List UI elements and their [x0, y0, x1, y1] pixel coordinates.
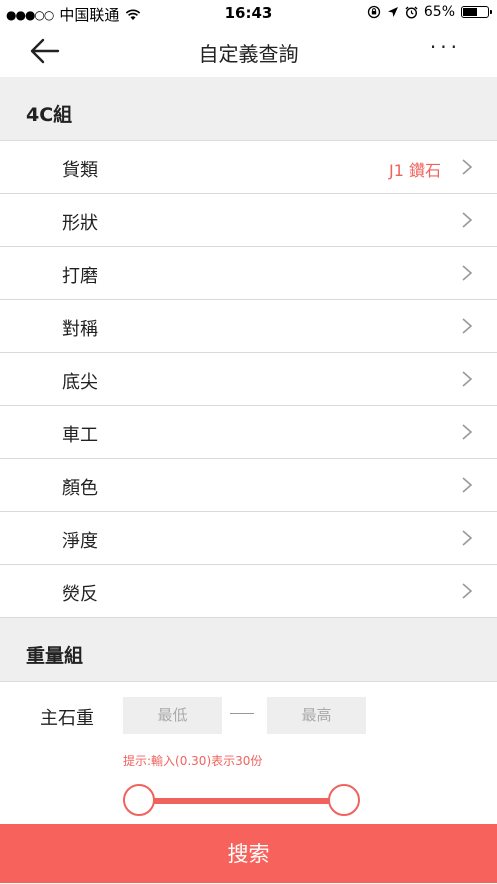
- battery-icon: [461, 6, 492, 18]
- search-button[interactable]: 搜索: [0, 824, 497, 883]
- filter-row-label: 底尖: [62, 372, 98, 393]
- weight-hint-text: 提示:輸入(0.30)表示30份: [123, 754, 263, 768]
- chevron-right-icon: [462, 424, 473, 440]
- section-title-weight: 重量組: [26, 645, 84, 667]
- filter-row-fluorescence[interactable]: 熒反: [0, 565, 497, 618]
- section-header-weight: 重量組: [0, 618, 497, 682]
- filter-row-label: 顏色: [62, 478, 98, 499]
- filter-row-label: 貨類: [62, 160, 98, 181]
- filter-row-value: J1 鑽石: [389, 161, 441, 180]
- filter-row-color[interactable]: 顏色: [0, 459, 497, 512]
- filter-row-label: 對稱: [62, 319, 98, 340]
- nav-bar: 自定義查詢 ···: [0, 26, 497, 76]
- chevron-right-icon: [462, 583, 473, 599]
- section-title-4c: 4C組: [26, 104, 73, 126]
- weight-range-slider-track[interactable]: [141, 798, 346, 804]
- chevron-right-icon: [462, 530, 473, 546]
- section-header-4c: 4C組: [0, 77, 497, 141]
- filter-row-label: 熒反: [62, 584, 98, 605]
- chevron-right-icon: [462, 371, 473, 387]
- weight-slider-max-handle[interactable]: [328, 784, 360, 816]
- chevron-right-icon: [462, 159, 473, 175]
- filter-row-cut[interactable]: 車工: [0, 406, 497, 459]
- filter-row-clarity[interactable]: 淨度: [0, 512, 497, 565]
- filter-row-label: 打磨: [62, 266, 98, 287]
- filter-row-goods-type[interactable]: 貨類 J1 鑽石: [0, 141, 497, 194]
- filter-row-label: 淨度: [62, 531, 98, 552]
- range-separator: [230, 713, 254, 714]
- status-right: 65%: [367, 4, 492, 20]
- filter-row-culet[interactable]: 底尖: [0, 353, 497, 406]
- battery-percent: 65%: [423, 4, 455, 20]
- alarm-icon: [405, 6, 418, 19]
- rotation-lock-icon: [367, 5, 381, 19]
- chevron-right-icon: [462, 212, 473, 228]
- chevron-right-icon: [462, 265, 473, 281]
- filter-row-polish[interactable]: 打磨: [0, 247, 497, 300]
- weight-min-input[interactable]: [123, 697, 222, 734]
- main-stone-weight-label: 主石重: [40, 708, 94, 729]
- status-bar: ●●●○○ 中国联通 16:43 65%: [0, 0, 497, 26]
- location-icon: [387, 7, 398, 17]
- filter-row-label: 形狀: [62, 213, 98, 234]
- page-title: 自定義查詢: [198, 42, 299, 66]
- weight-max-input[interactable]: [267, 697, 366, 734]
- weight-slider-min-handle[interactable]: [123, 784, 155, 816]
- chevron-right-icon: [462, 477, 473, 493]
- filter-row-shape[interactable]: 形狀: [0, 194, 497, 247]
- weight-filter: 主石重 提示:輸入(0.30)表示30份: [0, 682, 497, 822]
- filter-row-symmetry[interactable]: 對稱: [0, 300, 497, 353]
- filter-row-label: 車工: [62, 425, 98, 446]
- more-options-icon[interactable]: ···: [430, 35, 461, 59]
- chevron-right-icon: [462, 318, 473, 334]
